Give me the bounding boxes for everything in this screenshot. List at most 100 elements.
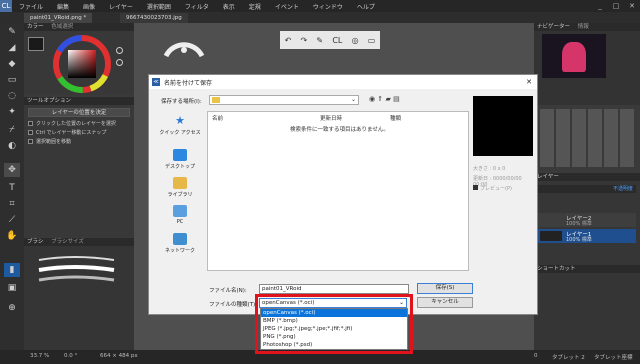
menu-selection[interactable]: 選択範囲 <box>140 2 178 11</box>
column-modified[interactable]: 更新日時 <box>320 114 342 122</box>
navigator-tab[interactable]: ナビゲーター <box>537 24 570 30</box>
confirm-layer-position-button[interactable]: レイヤーの位置を決定 <box>28 108 130 117</box>
menu-event[interactable]: イベント <box>268 2 306 11</box>
brush-size-tab[interactable]: ブラシサイズ <box>51 239 84 245</box>
menu-window[interactable]: ウィンドウ <box>306 2 350 11</box>
layer-row-1[interactable]: レイヤー1 100% 標準 <box>538 229 636 243</box>
file-list[interactable]: 名前 更新日時 種類 検索条件に一致する項目はありません。 <box>207 111 469 271</box>
text-tool-icon[interactable]: T <box>4 181 20 195</box>
back-icon[interactable]: ◉ <box>369 95 375 103</box>
settings-icon[interactable]: ◎ <box>352 36 359 45</box>
smudge-icon[interactable]: ◐ <box>4 139 20 153</box>
pen-icon[interactable]: ✎ <box>316 36 323 45</box>
eyedropper-icon[interactable]: ⌿ <box>4 123 20 137</box>
close-window-button[interactable]: ✕ <box>624 2 640 10</box>
eraser-tool-icon[interactable]: ◢ <box>4 41 20 55</box>
column-name[interactable]: 名前 <box>212 114 223 122</box>
library-icon <box>173 177 187 189</box>
menu-layer[interactable]: レイヤー <box>102 2 140 11</box>
color-panel-header: カラー 色域選択 <box>24 23 134 31</box>
menu-help[interactable]: ヘルプ <box>350 2 382 11</box>
place-quick-access[interactable]: ★ クイック アクセス <box>158 115 202 137</box>
checkbox-icon[interactable] <box>28 121 33 126</box>
new-folder-icon[interactable]: ▰ <box>385 95 390 103</box>
brush-tab[interactable]: ブラシ <box>27 239 43 245</box>
save-button[interactable]: 保存(S) <box>417 283 473 294</box>
highlight-annotation <box>255 294 413 354</box>
move-tool-icon[interactable]: ✥ <box>4 163 20 177</box>
network-icon <box>173 233 187 245</box>
tab-document-2[interactable]: 9667430023703.jpg <box>120 13 188 23</box>
dialog-close-button[interactable]: ✕ <box>521 78 537 86</box>
menu-edit[interactable]: 編集 <box>50 2 76 11</box>
bucket-tool-icon[interactable]: ◆ <box>4 57 20 71</box>
thumbnail-figure <box>562 42 586 72</box>
cancel-button[interactable]: キャンセル <box>417 297 473 308</box>
magic-wand-icon[interactable]: ✦ <box>4 105 20 119</box>
up-folder-icon[interactable]: ⇑ <box>377 95 383 103</box>
lookin-select[interactable]: ⌄ <box>209 95 359 105</box>
place-desktop[interactable]: デスクトップ <box>158 149 202 170</box>
folder-icon <box>212 97 220 103</box>
place-network[interactable]: ネットワーク <box>158 233 202 254</box>
option-ctrl-snap[interactable]: Ctrl でレイヤー移動にスナップ <box>28 129 130 136</box>
menu-view[interactable]: 表示 <box>216 2 242 11</box>
menu-filter[interactable]: フィルタ <box>178 2 216 11</box>
window-icon[interactable]: ▭ <box>368 36 376 45</box>
checkbox-icon[interactable] <box>28 130 33 135</box>
image-size: 664 × 484 px <box>100 353 138 359</box>
brush-preset-panel <box>534 105 640 173</box>
dropper-tool-icon[interactable]: ⟋ <box>4 213 20 227</box>
color-range-tab[interactable]: 色域選択 <box>51 24 73 30</box>
redo-icon[interactable]: ↷ <box>301 36 308 45</box>
cl-icon[interactable]: CL <box>332 36 342 45</box>
view-menu-icon[interactable]: ▤ <box>393 95 400 103</box>
brush-preset-grid[interactable] <box>540 109 634 167</box>
tablet-mode: タブレット座標 <box>594 355 633 361</box>
brush-strokes-preview[interactable] <box>34 250 124 290</box>
minimize-button[interactable]: _ <box>592 2 608 10</box>
color-mode-radio-2[interactable] <box>116 59 123 66</box>
save-dialog: ≪ 名前を付けて保存 ✕ 保存する場所(I): ⌄ ◉ ⇑ ▰ ▤ ★ クイック… <box>148 74 538 315</box>
place-library[interactable]: ライブラリ <box>158 177 202 198</box>
pen-tool-icon[interactable]: ✎ <box>4 25 20 39</box>
shortcut-title[interactable]: ショートカット <box>534 265 640 273</box>
foreground-color-swatch[interactable] <box>28 37 44 51</box>
nav-buttons: ◉ ⇑ ▰ ▤ <box>369 95 409 105</box>
layer-thumbnail <box>540 231 562 241</box>
pc-icon <box>173 205 187 217</box>
rotation-angle: 0.0 ° <box>64 353 78 359</box>
select-rect-icon[interactable]: ▭ <box>4 73 20 87</box>
left-toolbar: ✎ ◢ ◆ ▭ ◌ ✦ ⌿ ◐ ✥ T ⌗ ⟋ ✋ ▮ ▣ ⊕ <box>0 23 24 350</box>
checkbox-icon[interactable] <box>28 139 33 144</box>
zoom-icon[interactable]: ⊕ <box>4 301 20 315</box>
crop-tool-icon[interactable]: ⌗ <box>4 197 20 211</box>
color-wheel[interactable] <box>52 35 112 93</box>
checkbox-icon[interactable] <box>473 185 478 190</box>
dialog-titlebar: ≪ 名前を付けて保存 ✕ <box>149 75 537 89</box>
layer-panel-title[interactable]: レイヤー <box>534 173 640 181</box>
menu-image[interactable]: 画像 <box>76 2 102 11</box>
option-click-select-layer[interactable]: クリックした位置のレイヤーを選択 <box>28 120 130 127</box>
filename-input[interactable]: paint01_VRoid <box>259 284 409 294</box>
option-move-selection[interactable]: 選択範囲を移動 <box>28 138 130 145</box>
hand-tool-icon[interactable]: ✋ <box>4 229 20 243</box>
undo-icon[interactable]: ↶ <box>285 36 292 45</box>
menu-ruler[interactable]: 定規 <box>242 2 268 11</box>
place-pc[interactable]: PC <box>158 205 202 225</box>
maximize-button[interactable]: □ <box>608 2 624 10</box>
opacity-bar[interactable]: 不透明度 <box>538 185 636 193</box>
navigator-thumbnail[interactable] <box>542 34 606 78</box>
color-mode-radio[interactable] <box>116 47 123 54</box>
menu-file[interactable]: ファイル <box>12 2 50 11</box>
lasso-tool-icon[interactable]: ◌ <box>4 89 20 103</box>
layer-row-2[interactable]: レイヤー2 100% 標準 <box>538 213 636 227</box>
column-type[interactable]: 種類 <box>390 114 401 122</box>
mask-icon[interactable]: ▣ <box>4 281 20 295</box>
color-panel-title[interactable]: カラー <box>27 24 44 30</box>
preview-checkbox[interactable]: プレビュー(P) <box>473 185 512 192</box>
tab-document-1[interactable]: paint01_VRoid.png * <box>24 13 93 23</box>
status-count: 0 <box>534 353 538 359</box>
info-tab[interactable]: 情報 <box>578 24 589 30</box>
color-swatch-icon[interactable]: ▮ <box>4 263 20 277</box>
